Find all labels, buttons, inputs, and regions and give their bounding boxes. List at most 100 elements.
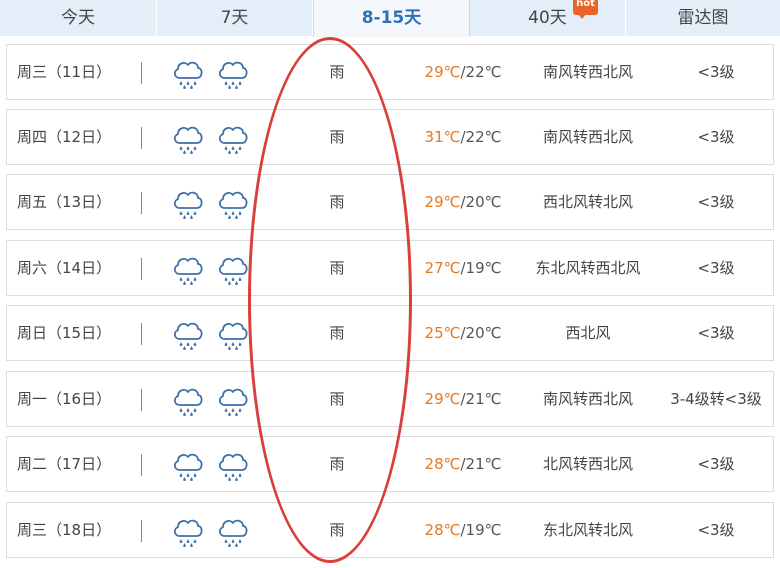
weather-description: 雨 <box>329 63 345 81</box>
wind-direction: 北风转西北风 <box>542 455 633 473</box>
forecast-day: 周三（11日） <box>17 63 112 81</box>
temperature-range: 25℃/20℃ <box>393 306 533 360</box>
forecast-day: 周三（18日） <box>17 521 112 539</box>
high-temperature: 29℃ <box>424 390 461 408</box>
high-temperature: 28℃ <box>424 521 461 539</box>
wind-level: <3级 <box>697 455 735 473</box>
rain-cloud-icon <box>218 257 248 286</box>
wind-direction: 东北风转北风 <box>542 521 633 539</box>
wind-level: 3-4级转<3级 <box>670 390 762 408</box>
row-divider <box>141 127 142 149</box>
tab-radar[interactable]: 雷达图 <box>626 0 780 36</box>
forecast-day: 周四（12日） <box>17 128 112 146</box>
forecast-day: 周二（17日） <box>17 455 112 473</box>
low-temperature: /22℃ <box>460 63 502 81</box>
row-divider <box>141 454 142 476</box>
wind-direction: 东北风转西北风 <box>535 259 641 277</box>
wind-direction: 南风转西北风 <box>542 390 633 408</box>
weather-description: 雨 <box>329 455 345 473</box>
rain-cloud-icon <box>173 191 203 220</box>
tab-today[interactable]: 今天 <box>0 0 157 36</box>
forecast-day: 周五（13日） <box>17 193 112 211</box>
rain-cloud-icon <box>173 519 203 548</box>
forecast-row: 周五（13日） 雨 29℃/20℃ 西北风转北风 <3级 <box>6 174 774 230</box>
high-temperature: 31℃ <box>424 128 461 146</box>
temperature-range: 29℃/22℃ <box>393 45 533 99</box>
forecast-row: 周三（18日） 雨 28℃/19℃ 东北风转北风 <3级 <box>6 502 774 558</box>
wind-direction: 南风转西北风 <box>542 63 633 81</box>
rain-cloud-icon <box>218 322 248 351</box>
weather-description: 雨 <box>329 521 345 539</box>
forecast-row: 周三（11日） 雨 29℃/22℃ 南风转西北风 <3级 <box>6 44 774 100</box>
weather-icons <box>171 252 261 286</box>
weather-icons <box>171 56 261 90</box>
forecast-day: 周一（16日） <box>17 390 112 408</box>
rain-cloud-icon <box>218 126 248 155</box>
rain-cloud-icon <box>173 453 203 482</box>
row-divider <box>141 389 142 411</box>
temperature-range: 29℃/21℃ <box>393 372 533 426</box>
weather-description: 雨 <box>329 390 345 408</box>
forecast-tab-bar: 今天 7天 8-15天 40天 hot 雷达图 <box>0 0 780 37</box>
forecast-day: 周日（15日） <box>17 324 112 342</box>
temperature-range: 28℃/21℃ <box>393 437 533 491</box>
forecast-row: 周四（12日） 雨 31℃/22℃ 南风转西北风 <3级 <box>6 109 774 165</box>
wind-level: <3级 <box>697 259 735 277</box>
weather-icons <box>171 186 261 220</box>
tab-40-days[interactable]: 40天 hot <box>470 0 626 36</box>
tab-40-days-label: 40天 <box>528 8 567 28</box>
low-temperature: /20℃ <box>460 193 502 211</box>
wind-level: <3级 <box>697 324 735 342</box>
wind-direction: 南风转西北风 <box>542 128 633 146</box>
wind-direction: 西北风转北风 <box>542 193 633 211</box>
temperature-range: 29℃/20℃ <box>393 175 533 229</box>
rain-cloud-icon <box>218 191 248 220</box>
low-temperature: /20℃ <box>460 324 502 342</box>
tab-8-15-days[interactable]: 8-15天 <box>313 0 470 37</box>
low-temperature: /19℃ <box>460 259 502 277</box>
low-temperature: /21℃ <box>460 390 502 408</box>
row-divider <box>141 520 142 542</box>
high-temperature: 25℃ <box>424 324 461 342</box>
high-temperature: 29℃ <box>424 193 461 211</box>
rain-cloud-icon <box>218 61 248 90</box>
rain-cloud-icon <box>218 453 248 482</box>
rain-cloud-icon <box>173 388 203 417</box>
row-divider <box>141 192 142 214</box>
temperature-range: 28℃/19℃ <box>393 503 533 557</box>
rain-cloud-icon <box>173 322 203 351</box>
rain-cloud-icon <box>173 61 203 90</box>
rain-cloud-icon <box>218 388 248 417</box>
weather-description: 雨 <box>329 324 345 342</box>
rain-cloud-icon <box>173 126 203 155</box>
rain-cloud-icon <box>218 519 248 548</box>
row-divider <box>141 258 142 280</box>
forecast-row: 周六（14日） 雨 27℃/19℃ 东北风转西北风 <3级 <box>6 240 774 296</box>
tab-7-days[interactable]: 7天 <box>157 0 313 36</box>
forecast-row: 周一（16日） 雨 29℃/21℃ 南风转西北风 3-4级转<3级 <box>6 371 774 427</box>
rain-cloud-icon <box>173 257 203 286</box>
row-divider <box>141 323 142 345</box>
wind-level: <3级 <box>697 128 735 146</box>
high-temperature: 28℃ <box>424 455 461 473</box>
weather-description: 雨 <box>329 259 345 277</box>
low-temperature: /21℃ <box>460 455 502 473</box>
wind-direction: 西北风 <box>565 324 611 342</box>
forecast-row: 周二（17日） 雨 28℃/21℃ 北风转西北风 <3级 <box>6 436 774 492</box>
forecast-row: 周日（15日） 雨 25℃/20℃ 西北风 <3级 <box>6 305 774 361</box>
weather-icons <box>171 514 261 548</box>
weather-icons <box>171 383 261 417</box>
weather-description: 雨 <box>329 128 345 146</box>
wind-level: <3级 <box>697 521 735 539</box>
low-temperature: /22℃ <box>460 128 502 146</box>
high-temperature: 29℃ <box>424 63 461 81</box>
weather-icons <box>171 121 261 155</box>
low-temperature: /19℃ <box>460 521 502 539</box>
weather-icons <box>171 317 261 351</box>
weather-description: 雨 <box>329 193 345 211</box>
hot-badge: hot <box>573 0 598 19</box>
high-temperature: 27℃ <box>424 259 461 277</box>
temperature-range: 27℃/19℃ <box>393 241 533 295</box>
forecast-day: 周六（14日） <box>17 259 112 277</box>
temperature-range: 31℃/22℃ <box>393 110 533 164</box>
